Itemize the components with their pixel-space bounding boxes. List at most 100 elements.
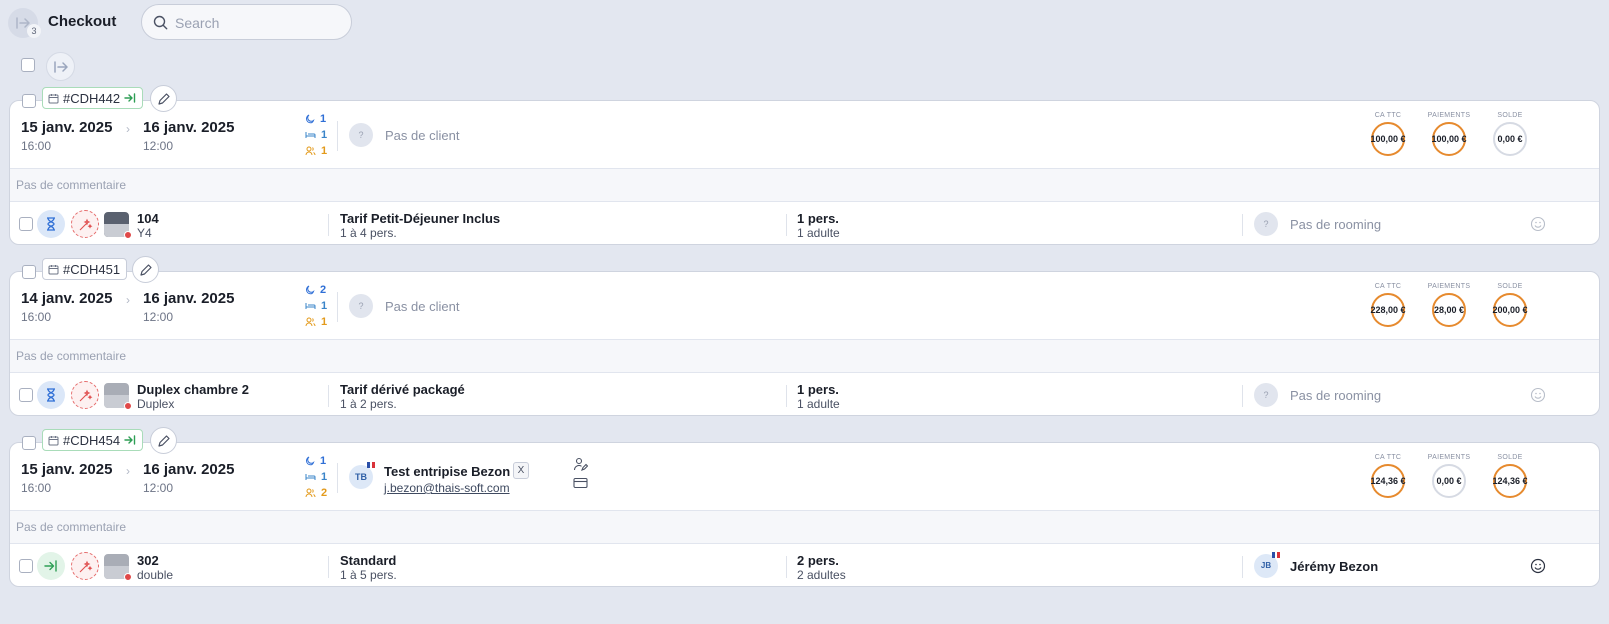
paiements-value: 28,00 € — [1433, 305, 1465, 315]
divider — [1242, 214, 1243, 236]
select-all-checkbox[interactable] — [21, 58, 35, 72]
client-actions — [573, 457, 588, 494]
booking-ref-chip[interactable]: #CDH454 — [42, 429, 144, 451]
booking-card: #CDH451 14 janv. 2025 16:00 › 16 janv. 2… — [9, 256, 1600, 416]
nights-count: 1 — [320, 113, 327, 125]
persons-stat: 2 — [305, 485, 335, 501]
persons-icon — [305, 146, 316, 156]
rooming-label[interactable]: Pas de rooming — [1290, 388, 1381, 403]
room-status-dot — [124, 231, 132, 239]
nights-stat: 1 — [305, 453, 335, 469]
room-checkbox[interactable] — [19, 217, 33, 231]
ca-ttc-label: CA TTC — [1374, 112, 1402, 119]
divider — [328, 556, 329, 578]
departure-time: 12:00 — [143, 310, 174, 324]
persons-icon — [305, 488, 316, 498]
smiley-icon[interactable] — [1530, 216, 1546, 237]
page-title: Checkout — [48, 13, 117, 30]
arrival-date: 14 janv. 2025 — [21, 290, 113, 307]
edit-booking-button[interactable] — [150, 427, 177, 454]
room-checkbox[interactable] — [19, 559, 33, 573]
bed-icon — [305, 303, 316, 309]
booking-header: #CDH442 15 janv. 2025 16:00 › 16 janv. 2… — [10, 85, 1599, 169]
bed-icon — [305, 474, 316, 480]
credit-card-icon[interactable] — [573, 477, 588, 489]
paiements-ring: 100,00 € — [1431, 122, 1467, 156]
divider — [337, 292, 338, 322]
remove-client-button[interactable]: X — [513, 462, 529, 479]
housekeeping-button[interactable] — [71, 552, 99, 580]
paiements-ring: 0,00 € — [1432, 464, 1466, 498]
pencil-icon — [158, 93, 170, 105]
room-checkbox[interactable] — [19, 388, 33, 402]
solde-value: 124,36 € — [1492, 476, 1528, 486]
arrival-time: 16:00 — [21, 139, 52, 153]
arrival-date-block: 15 janv. 2025 16:00 — [21, 119, 112, 153]
room-status-dot — [124, 573, 132, 581]
flag-fr-icon — [1272, 552, 1281, 558]
room-status-button[interactable] — [37, 381, 65, 409]
room-status-dot — [124, 402, 132, 410]
booking-ref: #CDH451 — [63, 261, 121, 277]
booking-checkbox[interactable] — [22, 265, 36, 279]
room-status-button[interactable] — [37, 552, 65, 580]
client-email[interactable]: j.bezon@thais-soft.com — [384, 481, 510, 495]
booking-checkbox[interactable] — [22, 436, 36, 450]
paiements-indicator: PAIEMENTS 0,00 € — [1421, 454, 1477, 498]
departure-date: 16 janv. 2025 — [143, 290, 235, 307]
nights-count: 1 — [320, 455, 327, 467]
edit-booking-button[interactable] — [132, 256, 159, 283]
rooming-label[interactable]: Pas de rooming — [1290, 217, 1381, 232]
booking-comment[interactable]: Pas de commentaire — [10, 340, 1599, 373]
divider — [337, 463, 338, 493]
booking-ref-chip[interactable]: #CDH451 — [42, 258, 128, 280]
room-name: 302 — [137, 553, 159, 568]
bulk-checkout-button[interactable] — [46, 52, 75, 81]
search-input[interactable] — [175, 13, 340, 33]
edit-booking-button[interactable] — [150, 85, 177, 112]
client-empty-label[interactable]: Pas de client — [385, 299, 459, 314]
booking-card: #CDH442 15 janv. 2025 16:00 › 16 janv. 2… — [9, 85, 1600, 245]
booking-comment[interactable]: Pas de commentaire — [10, 511, 1599, 544]
room-name: Duplex chambre 2 — [137, 382, 249, 397]
booking-checkbox[interactable] — [22, 94, 36, 108]
rooms-stat: 1 — [305, 469, 335, 485]
paiements-label: PAIEMENTS — [1427, 283, 1471, 290]
departure-time: 12:00 — [143, 481, 174, 495]
ca-ttc-value: 228,00 € — [1370, 305, 1406, 315]
booking-ref-chip[interactable]: #CDH442 — [42, 87, 144, 109]
arrival-time: 16:00 — [21, 310, 52, 324]
room-row: 104 Y4 Tarif Petit-Déjeuner Inclus 1 à 4… — [10, 202, 1599, 245]
room-persons: 2 pers. — [797, 553, 839, 568]
arrival-date-block: 14 janv. 2025 16:00 — [21, 290, 112, 324]
paiements-label: PAIEMENTS — [1427, 112, 1471, 119]
user-edit-icon[interactable] — [573, 457, 588, 472]
search-box — [141, 4, 352, 40]
client-avatar: ? — [349, 123, 373, 147]
persons-stat: 1 — [305, 143, 335, 159]
room-row: 302 double Standard 1 à 5 pers. 2 pers. … — [10, 544, 1599, 587]
booking-comment[interactable]: Pas de commentaire — [10, 169, 1599, 202]
departure-date-block: 16 janv. 2025 12:00 — [143, 461, 234, 495]
room-name: 104 — [137, 211, 159, 226]
rate-capacity: 1 à 4 pers. — [340, 226, 397, 240]
rooms-stat: 1 — [305, 298, 335, 314]
divider — [786, 556, 787, 578]
room-status-button[interactable] — [37, 210, 65, 238]
client-empty-label[interactable]: Pas de client — [385, 128, 459, 143]
rooming-guest-name[interactable]: Jérémy Bezon — [1290, 559, 1378, 574]
smiley-icon[interactable] — [1530, 558, 1546, 579]
room-type: double — [137, 568, 174, 582]
client-avatar: ? — [349, 294, 373, 318]
calendar-icon — [48, 93, 59, 103]
departure-time: 12:00 — [143, 139, 174, 153]
rooms-count: 1 — [321, 300, 328, 312]
housekeeping-button[interactable] — [71, 381, 99, 409]
client-name[interactable]: Test entripise Bezon — [384, 464, 510, 479]
housekeeping-button[interactable] — [71, 210, 99, 238]
smiley-icon[interactable] — [1530, 387, 1546, 408]
solde-label: SOLDE — [1497, 283, 1523, 290]
rooming-avatar: ? — [1254, 212, 1278, 236]
solde-ring: 0,00 € — [1493, 122, 1527, 156]
ca-ttc-value: 124,36 € — [1370, 476, 1406, 486]
